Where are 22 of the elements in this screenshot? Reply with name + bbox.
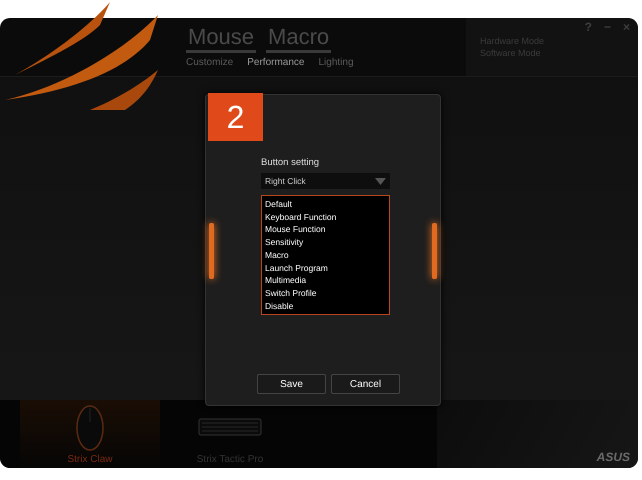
option-item[interactable]: Multimedia (265, 274, 386, 287)
field-label: Button setting (261, 157, 320, 168)
brand-logo: ASUS (596, 450, 630, 464)
option-item[interactable]: Default (265, 198, 386, 211)
option-item[interactable]: Macro (265, 248, 386, 262)
option-item[interactable]: Disable (265, 300, 386, 312)
keyboard-icon (198, 418, 262, 438)
option-item[interactable]: Switch Profile (265, 286, 386, 300)
option-item[interactable]: Mouse Function (265, 223, 386, 236)
action-dropdown[interactable]: Right Click (261, 173, 390, 189)
sub-tab[interactable]: Performance (247, 57, 304, 68)
option-item[interactable]: Sensitivity (265, 236, 386, 249)
option-item[interactable]: Keyboard Function (265, 210, 386, 224)
device-name: Strix Claw (67, 454, 112, 465)
glow-handle (432, 223, 437, 279)
dropdown-caret-icon (375, 178, 386, 184)
option-item[interactable]: Launch Program (265, 262, 386, 274)
dialog-button[interactable]: Cancel (331, 374, 400, 394)
glow-handle (209, 223, 214, 279)
dialog-button[interactable]: Save (257, 374, 326, 394)
mouse-icon (75, 404, 105, 452)
step-badge: 2 (208, 93, 263, 141)
